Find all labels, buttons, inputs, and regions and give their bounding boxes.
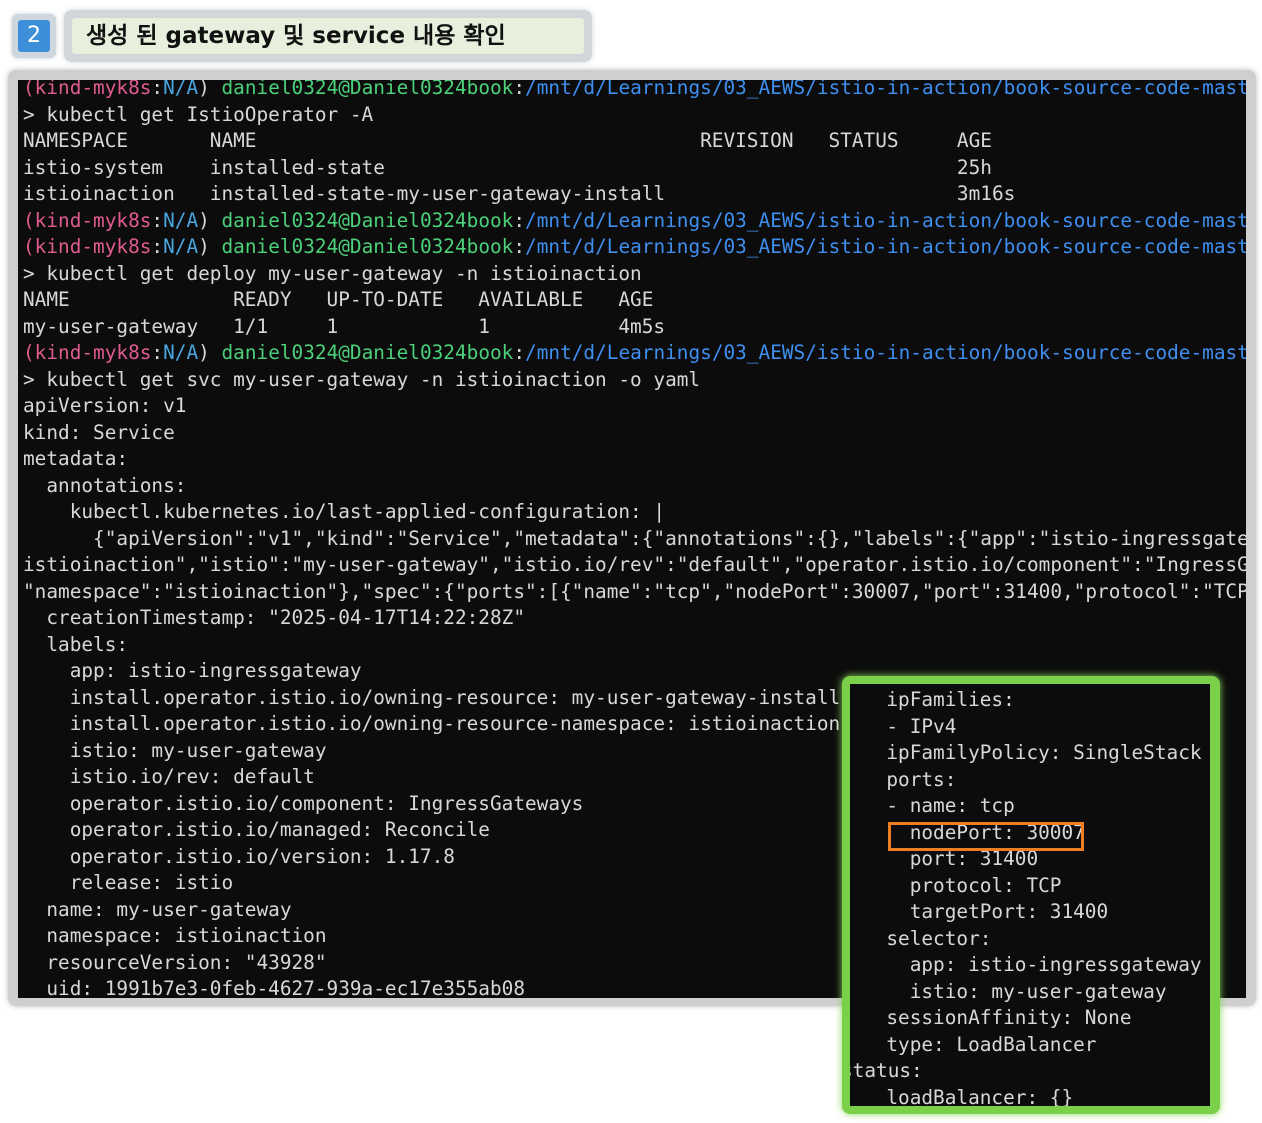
command-line: > kubectl get IstioOperator -A xyxy=(23,102,374,126)
yaml-line: istio: my-user-gateway xyxy=(23,738,327,762)
yaml-line: name: my-user-gateway xyxy=(23,897,292,921)
yaml-line: {"apiVersion":"v1","kind":"Service","met… xyxy=(23,526,1246,550)
command-line: > kubectl get deploy my-user-gateway -n … xyxy=(23,261,642,285)
prompt-path: /mnt/d/Learnings/03_AEWS/istio-in-action… xyxy=(525,341,1246,364)
prompt-user-host: daniel0324@Daniel0324book xyxy=(221,235,514,258)
title-box: 생성 된 gateway 및 service 내용 확인 xyxy=(64,10,592,62)
yaml-line: protocol: TCP xyxy=(863,873,1062,897)
yaml-line: kind: Service xyxy=(23,420,175,444)
prompt-line: (kind-myk8s:N/A) daniel0324@Daniel0324bo… xyxy=(23,234,1246,261)
yaml-line: ipFamilies: xyxy=(863,688,1015,711)
yaml-line: targetPort: 31400 xyxy=(863,900,1109,923)
prompt-namespace: N/A xyxy=(163,208,199,232)
yaml-line: metadata: xyxy=(23,447,129,470)
prompt-line: (kind-myk8s:N/A) daniel0324@Daniel0324bo… xyxy=(23,80,1246,102)
node-port-highlight xyxy=(888,822,1084,851)
prompt-line: (kind-myk8s:N/A) daniel0324@Daniel0324bo… xyxy=(23,340,1246,367)
prompt-namespace: N/A xyxy=(163,341,199,364)
yaml-line: annotations: xyxy=(23,473,187,497)
yaml-line: selector: xyxy=(863,926,992,950)
table-header: NAME READY UP-TO-DATE AVAILABLE AGE xyxy=(23,288,654,311)
yaml-line: release: istio xyxy=(23,871,234,894)
yaml-line: labels: xyxy=(23,632,129,656)
yaml-line: uid: 1991b7e3-0feb-4627-939a-ec17e355ab0… xyxy=(23,977,525,998)
prompt-path: /mnt/d/Learnings/03_AEWS/istio-in-action… xyxy=(525,80,1246,99)
step-badge: 2 xyxy=(12,14,56,58)
yaml-line: namespace: istioinaction xyxy=(23,924,327,947)
page-title: 생성 된 gateway 및 service 내용 확인 xyxy=(72,18,584,54)
prompt-user-host: daniel0324@Daniel0324book xyxy=(221,208,514,232)
yaml-line: resourceVersion: "43928" xyxy=(23,950,327,974)
yaml-line: app: istio-ingressgateway xyxy=(863,953,1202,976)
prompt-namespace: N/A xyxy=(163,235,199,258)
prompt-context: (kind-myk8s xyxy=(23,235,152,258)
yaml-line: install.operator.istio.io/owning-resourc… xyxy=(23,685,841,709)
table-row: istio-system installed-state 25h xyxy=(23,155,992,179)
yaml-line: status: xyxy=(850,1059,923,1082)
prompt-namespace: N/A xyxy=(163,80,199,99)
prompt-path: /mnt/d/Learnings/03_AEWS/istio-in-action… xyxy=(525,235,1246,258)
table-row: my-user-gateway 1/1 1 1 4m5s xyxy=(23,314,666,338)
prompt-user-host: daniel0324@Daniel0324book xyxy=(221,341,514,364)
table-row: istioinaction installed-state-my-user-ga… xyxy=(23,182,1016,205)
prompt-context: (kind-myk8s xyxy=(23,80,152,99)
yaml-line: loadBalancer: {} xyxy=(863,1085,1074,1107)
yaml-line: - IPv4 xyxy=(863,714,957,738)
prompt-path: /mnt/d/Learnings/03_AEWS/istio-in-action… xyxy=(525,208,1246,232)
yaml-line: ports: xyxy=(863,767,957,791)
prompt-line: (kind-myk8s:N/A) daniel0324@Daniel0324bo… xyxy=(23,208,1246,235)
yaml-line: app: istio-ingressgateway xyxy=(23,659,362,682)
yaml-line: operator.istio.io/version: 1.17.8 xyxy=(23,844,455,868)
table-header: NAMESPACE NAME REVISION STATUS AGE xyxy=(23,129,992,152)
yaml-line: istio: my-user-gateway xyxy=(863,979,1167,1003)
yaml-line: operator.istio.io/managed: Reconcile xyxy=(23,818,490,841)
command-line: > kubectl get svc my-user-gateway -n ist… xyxy=(23,367,701,391)
yaml-line: ipFamilyPolicy: SingleStack xyxy=(863,741,1202,764)
yaml-line: operator.istio.io/component: IngressGate… xyxy=(23,791,584,815)
prompt-context: (kind-myk8s xyxy=(23,341,152,364)
spec-callout: ipFamilies: - IPv4 ipFamilyPolicy: Singl… xyxy=(842,676,1220,1114)
yaml-line: apiVersion: v1 xyxy=(23,394,187,417)
prompt-context: (kind-myk8s xyxy=(23,208,152,232)
yaml-line: kubectl.kubernetes.io/last-applied-confi… xyxy=(23,500,666,523)
yaml-line: istio.io/rev: default xyxy=(23,765,315,788)
yaml-line: creationTimestamp: "2025-04-17T14:22:28Z… xyxy=(23,606,525,629)
yaml-line: istioinaction","istio":"my-user-gateway"… xyxy=(23,553,1246,576)
spec-callout-terminal: ipFamilies: - IPv4 ipFamilyPolicy: Singl… xyxy=(850,684,1210,1106)
yaml-line: - name: tcp xyxy=(863,794,1015,817)
yaml-line: type: LoadBalancer xyxy=(863,1032,1097,1056)
step-number: 2 xyxy=(18,20,50,52)
yaml-line: sessionAffinity: None xyxy=(863,1006,1132,1029)
yaml-line: install.operator.istio.io/owning-resourc… xyxy=(23,712,841,735)
yaml-line: "namespace":"istioinaction"},"spec":{"po… xyxy=(23,579,1246,603)
prompt-user-host: daniel0324@Daniel0324book xyxy=(221,80,514,99)
